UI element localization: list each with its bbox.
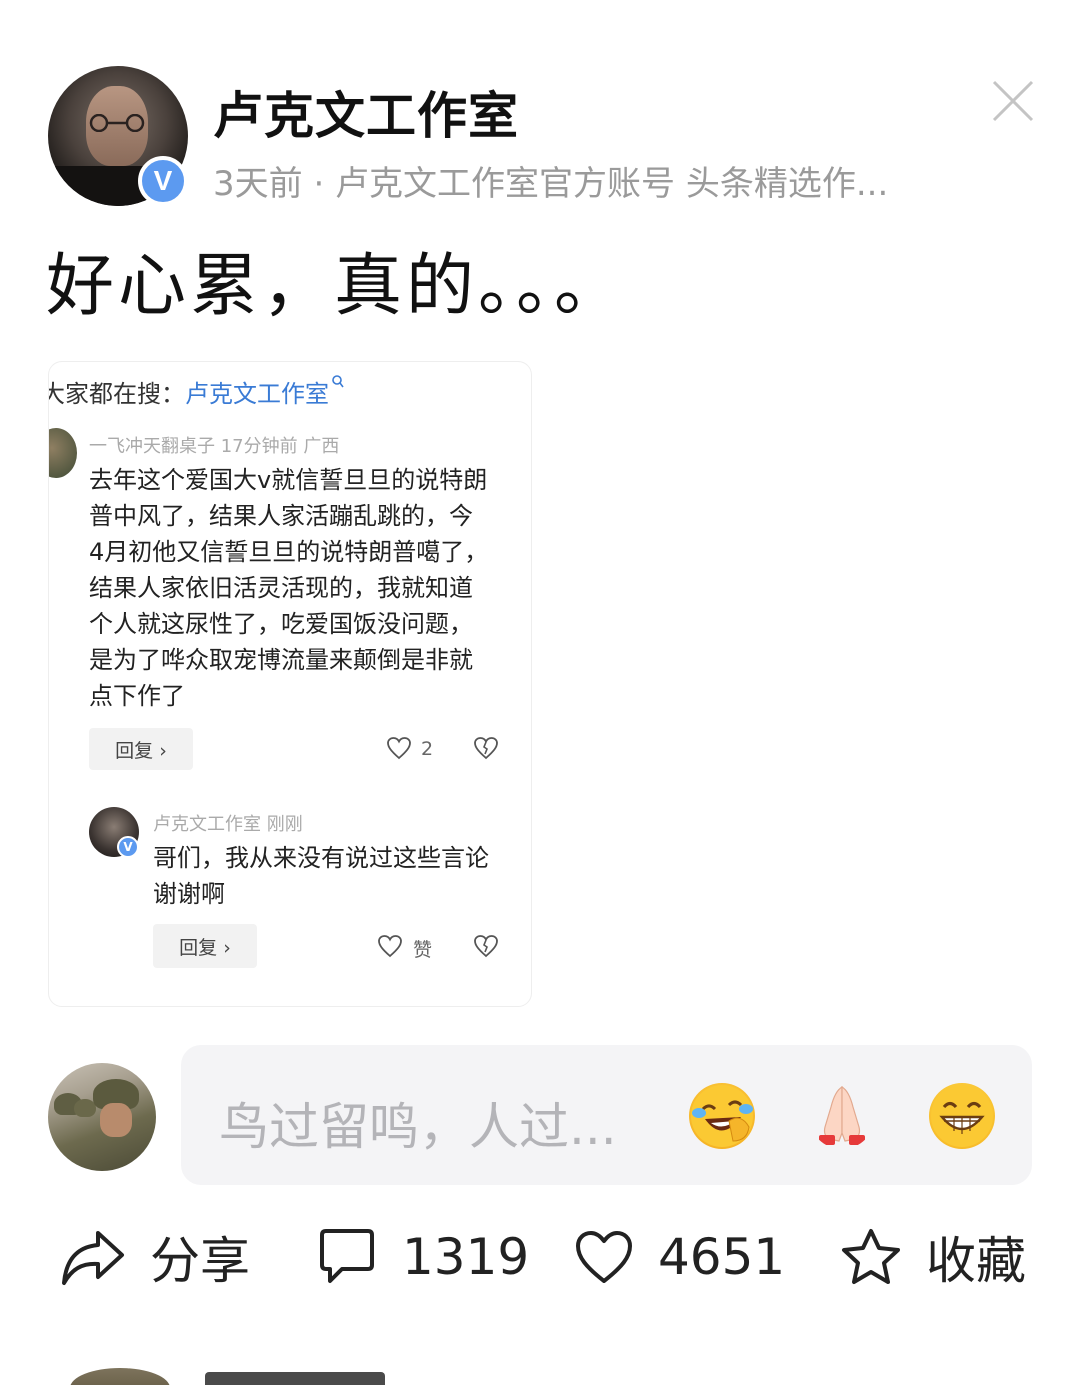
like-count: 4651 xyxy=(658,1228,786,1286)
reply-button: 回复 › xyxy=(153,924,257,968)
commenter-avatar xyxy=(49,428,77,478)
comment-line: 是为了哗众取宠博流量来颠倒是非就 xyxy=(89,646,473,674)
search-icon xyxy=(332,375,344,388)
user-avatar[interactable] xyxy=(48,1063,156,1171)
post-image[interactable]: 大家都在搜：卢克文工作室 一飞冲天翻桌子 17分钟前 广西 去年这个爱国大v就信… xyxy=(48,361,532,1007)
laughing-crying-emoji-icon[interactable] xyxy=(689,1083,755,1149)
comment-line: 4月初他又信誓旦旦的说特朗普噶了， xyxy=(89,538,489,566)
glasses-shape xyxy=(89,114,145,132)
reply-button: 回复 › xyxy=(89,728,193,770)
comment-bar: 鸟过留鸣，人过... xyxy=(48,1045,1032,1185)
star-icon xyxy=(842,1229,900,1284)
comment-line: 谢谢啊 xyxy=(153,880,225,908)
search-prefix: 大家都在搜： xyxy=(48,380,185,408)
comment-placeholder: 鸟过留鸣，人过... xyxy=(219,1098,617,1156)
comment-meta: 卢克文工作室 刚刚 xyxy=(153,814,303,835)
comment-line: 点下作了 xyxy=(89,682,185,710)
heart-icon xyxy=(387,737,411,760)
comment-line: 个人就这尿性了，吃爱国饭没问题， xyxy=(89,610,473,638)
heart-icon xyxy=(576,1231,632,1283)
share-icon xyxy=(62,1231,124,1285)
comment-icon xyxy=(320,1229,374,1283)
verified-badge: V xyxy=(117,836,139,858)
comment-line: 结果人家依旧活灵活现的，我就知道 xyxy=(89,574,473,602)
verified-badge: V xyxy=(138,156,188,206)
author-name[interactable]: 卢克文工作室 xyxy=(213,76,519,148)
comment-line: 去年这个爱国大v就信誓旦旦的说特朗 xyxy=(89,466,488,494)
broken-heart-icon xyxy=(474,935,498,958)
share-label: 分享 xyxy=(150,1232,250,1290)
praying-hands-emoji-icon[interactable] xyxy=(809,1083,875,1149)
post-title: 好心累，真的。。。 xyxy=(46,247,627,326)
next-post-title xyxy=(205,1372,385,1385)
like-count: 2 xyxy=(421,738,434,760)
action-bar: 分享 1319 4651 收藏 xyxy=(60,1222,1030,1292)
grinning-emoji-icon[interactable] xyxy=(929,1083,995,1149)
comment-meta: 一飞冲天翻桌子 17分钟前 广西 xyxy=(89,436,340,457)
like-button[interactable]: 4651 xyxy=(574,1222,785,1292)
search-keyword: 卢克文工作室 xyxy=(185,380,329,408)
broken-heart-icon xyxy=(474,737,498,760)
post-meta: 3天前 · 卢克文工作室官方账号 头条精选作... xyxy=(213,164,889,204)
comment-input[interactable]: 鸟过留鸣，人过... xyxy=(181,1045,1032,1185)
share-button[interactable]: 分享 xyxy=(60,1222,250,1292)
search-suggestion: 大家都在搜：卢克文工作室 xyxy=(48,374,345,409)
close-icon[interactable] xyxy=(990,78,1036,124)
heart-icon xyxy=(378,935,402,958)
comment-line: 普中风了，结果人家活蹦乱跳的，今 xyxy=(89,502,473,530)
favorite-button[interactable]: 收藏 xyxy=(840,1222,1026,1292)
favorite-label: 收藏 xyxy=(926,1232,1026,1290)
comment-count: 1319 xyxy=(402,1228,530,1286)
post-header: V 卢克文工作室 3天前 · 卢克文工作室官方账号 头条精选作... xyxy=(48,66,1038,211)
next-post-avatar xyxy=(70,1368,170,1385)
comment-line: 哥们，我从来没有说过这些言论 xyxy=(153,844,489,872)
like-label: 赞 xyxy=(413,939,433,961)
comment-button[interactable]: 1319 xyxy=(316,1222,529,1292)
